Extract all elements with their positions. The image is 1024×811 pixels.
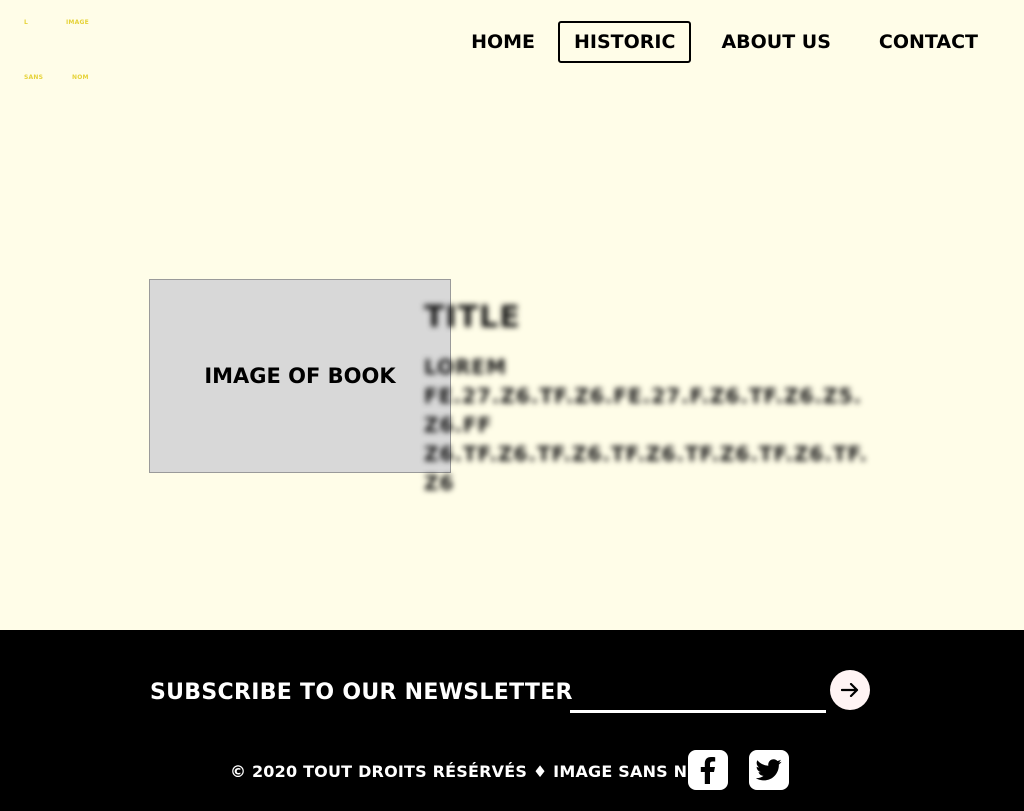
article-title: TITLE	[424, 300, 521, 335]
facebook-icon	[700, 757, 716, 784]
nav-item-historic[interactable]: HISTORIC	[558, 21, 692, 63]
article-body-line: FE.27.Z6.TF.Z6.FE.27.F.Z6.TF.Z6.Z5.Z6.FF	[424, 384, 863, 437]
article-content: TITLE LOREM FE.27.Z6.TF.Z6.FE.27.F.Z6.TF…	[424, 300, 874, 498]
article-body-line: Z6.TF.Z6.TF.Z6.TF.Z6.TF.Z6.TF.Z6.TF.Z6	[424, 442, 868, 495]
newsletter-email-input[interactable]	[570, 686, 826, 713]
article-body: LOREM FE.27.Z6.TF.Z6.FE.27.F.Z6.TF.Z6.Z5…	[424, 353, 874, 498]
twitter-link[interactable]	[749, 750, 789, 790]
logo-text-sans: SANS	[24, 74, 44, 81]
newsletter-submit-button[interactable]	[830, 670, 870, 710]
logo-text-image: IMAGE	[66, 19, 89, 26]
logo-text-nom: NOM	[72, 74, 89, 81]
footer: SUBSCRIBE TO OUR NEWSLETTER © 2020 TOUT …	[0, 630, 1024, 811]
copyright-text: © 2020 TOUT DROITS RÉSÉRVÉS ♦ IMAGE SANS…	[230, 762, 718, 781]
twitter-icon	[756, 759, 782, 781]
book-image-placeholder: IMAGE OF BOOK	[149, 279, 451, 473]
book-image-label: IMAGE OF BOOK	[204, 364, 396, 388]
arrow-right-icon	[841, 683, 859, 697]
nav-item-about-us[interactable]: ABOUT US	[705, 21, 846, 63]
nav-item-home[interactable]: HOME	[455, 21, 551, 63]
facebook-link[interactable]	[688, 750, 728, 790]
main-nav: HOME HISTORIC ABOUT US CONTACT	[453, 21, 994, 63]
nav-item-contact[interactable]: CONTACT	[863, 21, 994, 63]
newsletter-label: SUBSCRIBE TO OUR NEWSLETTER	[150, 680, 573, 705]
logo-text-l: L	[24, 19, 29, 26]
logo[interactable]: L IMAGE SANS NOM	[18, 14, 98, 86]
article-body-line: LOREM	[424, 355, 507, 379]
